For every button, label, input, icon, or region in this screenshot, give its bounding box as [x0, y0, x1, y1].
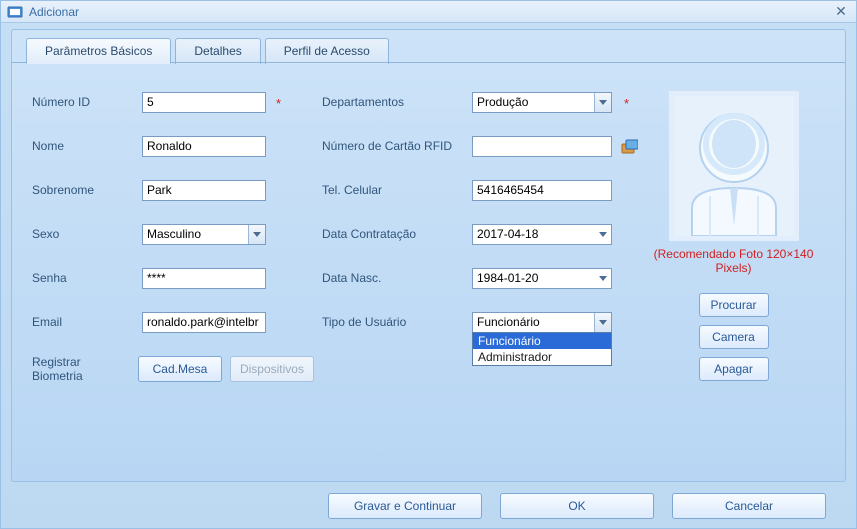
window-title: Adicionar [29, 5, 79, 19]
data-nasc-value: 1984-01-20 [473, 271, 594, 285]
label-numero-cartao: Número de Cartão RFID [322, 139, 472, 153]
bottom-button-bar: Gravar e Continuar OK Cancelar [1, 484, 856, 528]
rfid-card-icon[interactable] [620, 139, 636, 153]
tab-parametros-basicos[interactable]: Parâmetros Básicos [26, 38, 171, 64]
form-body: Número ID * Nome Sobrenome [12, 63, 845, 393]
dropdown-option-administrador[interactable]: Administrador [473, 349, 611, 365]
nome-input[interactable] [142, 136, 266, 157]
numero-cartao-input[interactable] [472, 136, 612, 157]
form-panel: Parâmetros Básicos Detalhes Perfil de Ac… [11, 29, 846, 482]
tab-bar: Parâmetros Básicos Detalhes Perfil de Ac… [12, 30, 845, 63]
label-email: Email [32, 315, 142, 329]
titlebar: Adicionar ✕ [1, 1, 856, 23]
ok-button[interactable]: OK [500, 493, 654, 519]
required-marker: * [624, 96, 629, 111]
chevron-down-icon[interactable] [248, 225, 265, 244]
label-departamentos: Departamentos [322, 95, 472, 109]
required-marker: * [276, 96, 281, 111]
tipo-usuario-value: Funcionário [473, 315, 594, 329]
app-icon [7, 4, 23, 20]
dispositivos-button: Dispositivos [230, 356, 314, 382]
departamentos-select[interactable]: Produção [472, 92, 612, 113]
sexo-select[interactable]: Masculino [142, 224, 266, 245]
label-numero-id: Número ID [32, 95, 142, 109]
chevron-down-icon[interactable] [594, 225, 611, 244]
label-registrar-biometria: Registrar Biometria [32, 355, 130, 383]
cancelar-button[interactable]: Cancelar [672, 493, 826, 519]
photo-placeholder [669, 91, 799, 241]
photo-caption: (Recomendado Foto 120×140 Pixels) [642, 247, 825, 275]
chevron-down-icon[interactable] [594, 313, 611, 332]
sexo-value: Masculino [143, 227, 248, 241]
middle-column: Departamentos Produção * Número de Cartã… [322, 91, 642, 383]
senha-input[interactable] [142, 268, 266, 289]
apagar-button[interactable]: Apagar [699, 357, 769, 381]
label-data-nasc: Data Nasc. [322, 271, 472, 285]
label-sobrenome: Sobrenome [32, 183, 142, 197]
dropdown-option-funcionario[interactable]: Funcionário [473, 333, 611, 349]
label-tipo-usuario: Tipo de Usuário [322, 315, 472, 329]
tipo-usuario-dropdown: Funcionário Administrador [472, 332, 612, 366]
left-column: Número ID * Nome Sobrenome [32, 91, 322, 383]
label-data-contratacao: Data Contratação [322, 227, 472, 241]
departamentos-value: Produção [473, 95, 594, 109]
gravar-continuar-button[interactable]: Gravar e Continuar [328, 493, 482, 519]
label-tel-celular: Tel. Celular [322, 183, 472, 197]
chevron-down-icon[interactable] [594, 93, 611, 112]
chevron-down-icon[interactable] [594, 269, 611, 288]
dialog-window: Adicionar ✕ Parâmetros Básicos Detalhes … [0, 0, 857, 529]
data-contratacao-picker[interactable]: 2017-04-18 [472, 224, 612, 245]
label-nome: Nome [32, 139, 142, 153]
tab-detalhes[interactable]: Detalhes [175, 38, 260, 64]
procurar-button[interactable]: Procurar [699, 293, 769, 317]
tel-celular-input[interactable] [472, 180, 612, 201]
close-icon[interactable]: ✕ [832, 3, 850, 20]
tab-perfil-acesso[interactable]: Perfil de Acesso [265, 38, 389, 64]
sobrenome-input[interactable] [142, 180, 266, 201]
email-input[interactable] [142, 312, 266, 333]
tipo-usuario-select[interactable]: Funcionário [472, 312, 612, 333]
label-senha: Senha [32, 271, 142, 285]
data-nasc-picker[interactable]: 1984-01-20 [472, 268, 612, 289]
label-sexo: Sexo [32, 227, 142, 241]
numero-id-input[interactable] [142, 92, 266, 113]
data-contratacao-value: 2017-04-18 [473, 227, 594, 241]
cad-mesa-button[interactable]: Cad.Mesa [138, 356, 222, 382]
right-column: (Recomendado Foto 120×140 Pixels) Procur… [642, 91, 825, 383]
camera-button[interactable]: Camera [699, 325, 769, 349]
